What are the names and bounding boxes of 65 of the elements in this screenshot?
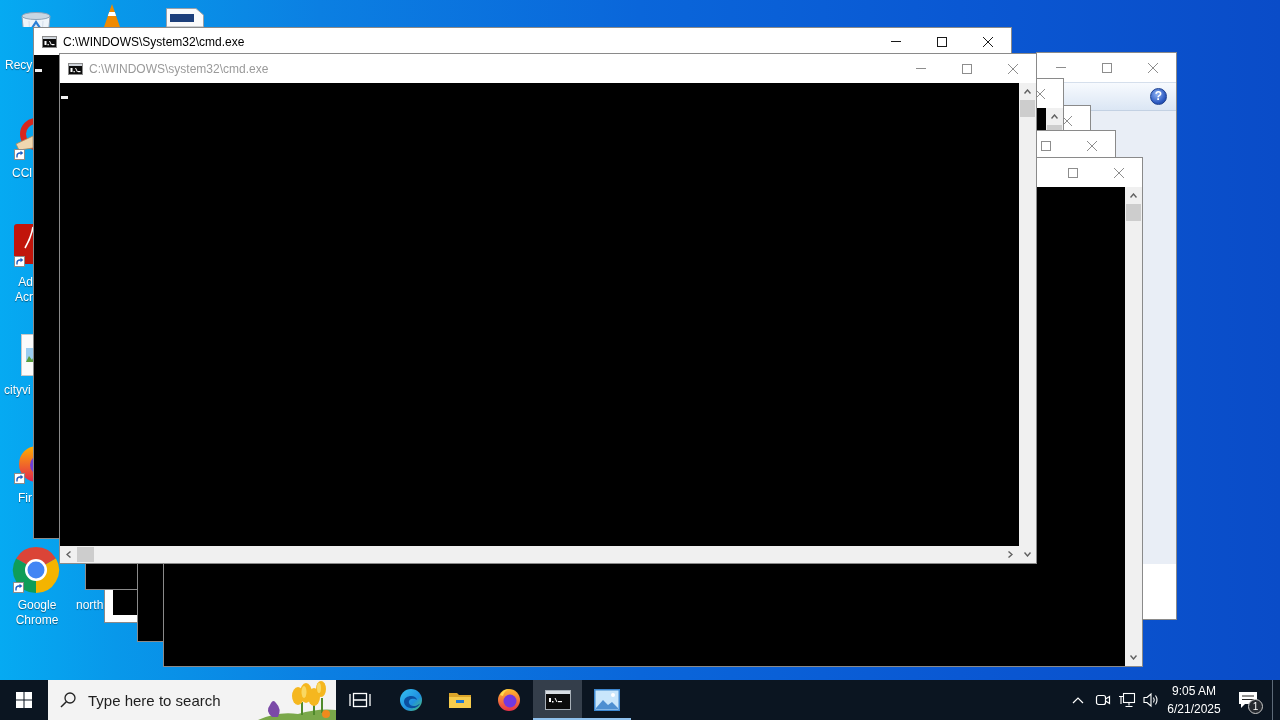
clock-date[interactable]: 6/21/2025 (1167, 700, 1221, 718)
vertical-scrollbar[interactable] (1125, 187, 1142, 666)
close-icon (1114, 167, 1124, 178)
maximize-icon (1041, 140, 1051, 151)
folder-icon (447, 690, 472, 710)
scroll-thumb[interactable] (77, 547, 94, 562)
image-file-icon[interactable] (21, 334, 33, 376)
search-input[interactable]: Type here to search (88, 691, 258, 709)
notification-count: 1 (1248, 699, 1263, 714)
network-icon[interactable] (1118, 692, 1136, 708)
notifications-button[interactable]: 1 (1224, 680, 1272, 720)
search-box[interactable]: Type here to search (48, 680, 336, 720)
caret-up-icon (1051, 114, 1058, 119)
windows-logo-icon (16, 692, 32, 708)
text-cursor (61, 96, 68, 99)
minimize-icon (1056, 67, 1066, 68)
close-icon (983, 36, 993, 47)
help-button[interactable]: ? (1150, 88, 1167, 105)
close-icon (1087, 140, 1097, 151)
scroll-thumb[interactable] (1020, 100, 1035, 117)
icon-label[interactable]: Ad Acr (12, 275, 33, 305)
close-icon (1008, 63, 1018, 74)
ring-logo-icon[interactable] (12, 546, 60, 594)
cone-icon[interactable] (104, 4, 120, 27)
swirl-logo-icon (398, 688, 423, 712)
app-tile-icon[interactable] (14, 224, 33, 268)
caret-left-icon (66, 551, 71, 558)
console-icon (42, 35, 57, 48)
maximize-icon (962, 63, 972, 74)
close-icon (1148, 62, 1158, 73)
horizontal-scrollbar[interactable] (60, 546, 1019, 563)
text-cursor (35, 69, 42, 72)
caret-down-icon (1130, 655, 1137, 660)
minimize-icon (891, 41, 901, 42)
icon-label[interactable]: CCl (12, 166, 32, 181)
caret-right-icon (1008, 551, 1013, 558)
window-title: C:\WINDOWS\System32\cmd.exe (63, 34, 245, 49)
console-icon (68, 62, 83, 75)
document-icon[interactable] (166, 8, 204, 27)
maximize-icon (1102, 62, 1112, 73)
caret-up-icon (1024, 89, 1031, 94)
globe-logo-icon (496, 688, 521, 712)
icon-label[interactable]: Google Chrome (7, 598, 67, 628)
terminal-icon (544, 690, 571, 710)
minimize-icon (916, 68, 926, 69)
scroll-thumb[interactable] (1126, 204, 1141, 221)
icon-label[interactable]: Fir (18, 491, 32, 506)
caret-down-icon (1024, 552, 1031, 557)
speaker-icon[interactable] (1142, 692, 1160, 708)
search-icon (60, 692, 76, 708)
camera-icon[interactable] (1095, 693, 1111, 707)
icon-label[interactable]: Recy (5, 58, 33, 73)
picture-icon (593, 689, 620, 711)
clock-time[interactable]: 9:05 AM (1172, 682, 1216, 700)
window-title: C:\WINDOWS\system32\cmd.exe (89, 61, 269, 76)
vertical-scrollbar[interactable] (1019, 83, 1036, 563)
caret-up-icon (1130, 193, 1137, 198)
icon-label[interactable]: cityvi (4, 383, 31, 398)
chevron-up-icon[interactable] (1072, 696, 1084, 704)
brush-logo-icon[interactable] (13, 117, 33, 161)
taskbar-button[interactable] (533, 680, 582, 720)
maximize-icon (1068, 167, 1078, 178)
icon-label[interactable]: north (76, 598, 104, 613)
task-view-icon (349, 691, 371, 709)
maximize-icon (937, 36, 947, 47)
